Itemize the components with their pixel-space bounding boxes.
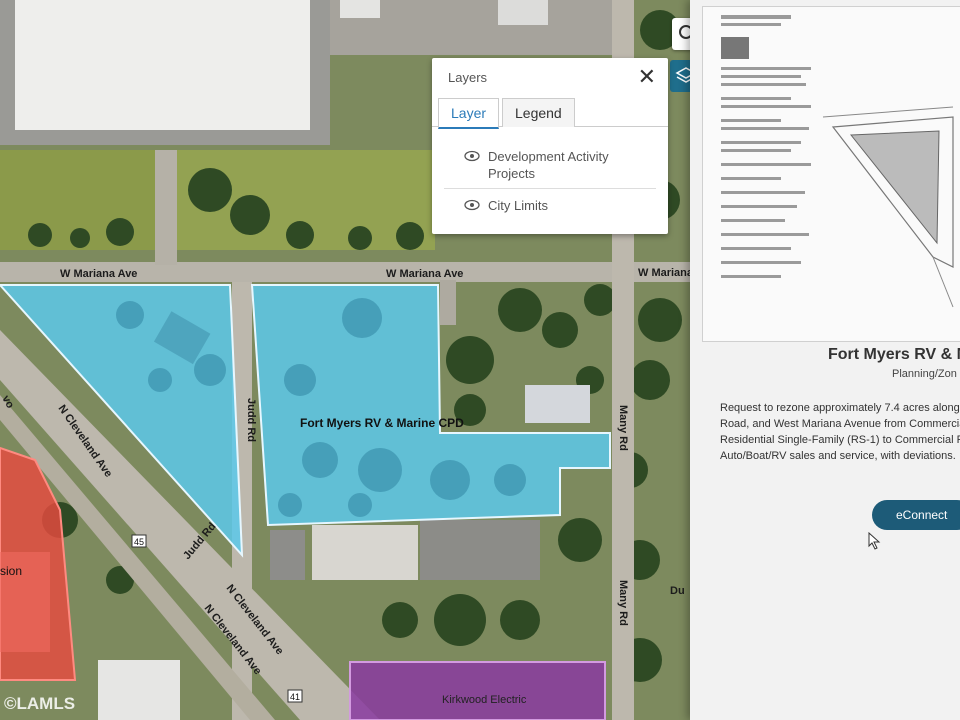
kirkwood-parcel[interactable] [349, 661, 606, 720]
street-label-fragment-right: Du [670, 585, 685, 597]
econnect-button[interactable]: eConnect [872, 500, 960, 530]
kirkwood-parcel-label: Kirkwood Electric [442, 694, 527, 706]
project-title: Fort Myers RV & M [828, 346, 960, 363]
cpd-parcel-label: Fort Myers RV & Marine CPD [300, 416, 464, 430]
project-sidebar: Fort Myers RV & M Planning/Zon Request t… [690, 0, 960, 720]
layer-label-line1: Development Activity [488, 149, 609, 164]
project-subtitle: Planning/Zon [892, 368, 957, 380]
description-line: Residential Single-Family (RS-1) to Comm… [720, 434, 960, 446]
close-icon[interactable]: ✕ [638, 66, 656, 88]
left-parcel-label: sion [0, 564, 22, 578]
watermark: ©LAMLS [4, 694, 76, 713]
project-description: Request to rezone approximately 7.4 acre… [720, 400, 960, 464]
street-label-mariana-west: W Mariana Ave [60, 268, 137, 280]
layers-panel: Layers ✕ Layer Legend Development Activi… [432, 58, 668, 234]
tab-legend[interactable]: Legend [502, 98, 575, 127]
layer-label-line2: Projects [488, 166, 535, 181]
route-45-label: 45 [134, 537, 144, 547]
layer-divider [444, 188, 656, 189]
description-line: Auto/Boat/RV sales and service, with dev… [720, 450, 956, 462]
eye-icon[interactable] [464, 199, 480, 211]
route-41-label: 41 [290, 692, 300, 702]
mouse-cursor-icon [868, 532, 881, 550]
street-label-mariana-mid: W Mariana Ave [386, 268, 463, 280]
tab-layer[interactable]: Layer [438, 98, 500, 129]
layer-label-city-limits: City Limits [488, 198, 548, 213]
eye-icon[interactable] [464, 150, 480, 162]
street-label-many-lower: Many Rd [617, 580, 629, 626]
layers-panel-tabs: Layer Legend [432, 98, 668, 129]
site-plan-document [702, 6, 960, 342]
street-label-many-upper: Many Rd [617, 405, 629, 451]
street-label-mariana-east: W Mariana [638, 267, 694, 279]
description-line: Request to rezone approximately 7.4 acre… [720, 402, 960, 414]
street-label-judd-upper: Judd Rd [245, 398, 257, 442]
description-line: Road, and West Mariana Avenue from Comme… [720, 418, 960, 430]
layers-panel-title: Layers [448, 70, 488, 85]
site-plan-drawing [721, 15, 954, 308]
